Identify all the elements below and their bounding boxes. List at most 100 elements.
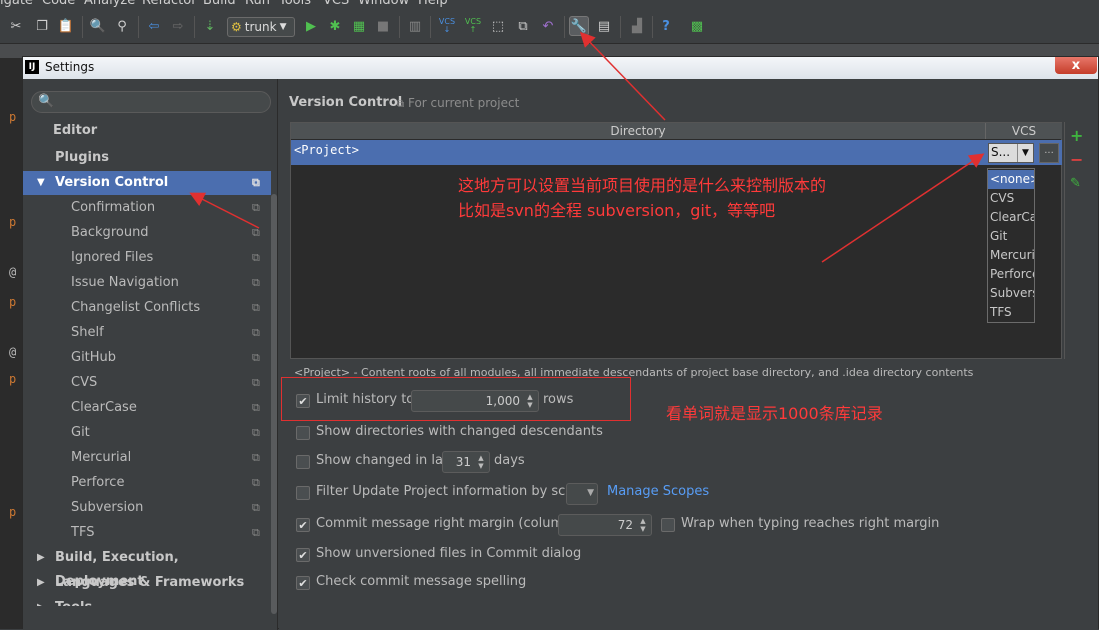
vcs-history-icon[interactable]: ⧉ [513,16,533,36]
replace-icon[interactable]: ⚲ [112,16,132,36]
tree-item-git[interactable]: Git ⧉ [23,421,271,445]
collapse-triangle-icon[interactable]: ▶ [37,546,45,570]
tree-item-plugins[interactable]: Plugins [23,146,271,170]
project-scope-icon: ⧉ [397,99,405,110]
copy-icon[interactable]: ❐ [32,16,52,36]
cut-icon[interactable]: ✂ [6,16,26,36]
stepper-arrows-icon[interactable]: ▲ ▼ [637,517,649,533]
tree-item-mercurial[interactable]: Mercurial ⧉ [23,446,271,470]
vcs-option[interactable]: TFS [988,303,1034,322]
show-unversioned-label: Show unversioned files in Commit dialog [316,546,582,561]
add-icon[interactable]: + [1070,126,1083,145]
tree-item-ignored-files[interactable]: Ignored Files ⧉ [23,246,271,270]
tree-item-tools[interactable]: ▶ Tools [23,596,271,606]
browse-button[interactable]: ... [1039,143,1059,163]
vcs-select[interactable]: S... ▼ [988,143,1034,163]
paste-icon[interactable]: 📋 [56,16,76,36]
vcs-option[interactable]: CVS [988,189,1034,208]
commit-margin-checkbox[interactable]: ✔ [296,518,310,532]
tree-item-subversion[interactable]: Subversion ⧉ [23,496,271,520]
run-config-combo[interactable]: ⚙ trunk ▼ [227,17,295,37]
vcs-update-icon[interactable]: VCS ↓ [437,16,457,36]
stop-icon[interactable]: ■ [373,16,393,36]
help-icon[interactable]: ? [656,16,676,36]
table-row[interactable]: <Project> S... ▼ ... [291,140,1062,165]
menu-build[interactable]: Build [203,0,236,8]
tree-item-clearcase[interactable]: ClearCase ⧉ [23,396,271,420]
coverage-icon[interactable]: ▦ [349,16,369,36]
tree-item-issue-navigation[interactable]: Issue Navigation ⧉ [23,271,271,295]
run-icon[interactable]: ▶ [301,16,321,36]
tree-item-confirmation[interactable]: Confirmation ⧉ [23,196,271,220]
menu-navigate[interactable]: igate [0,0,33,8]
commit-margin-stepper[interactable]: 72 ▲ ▼ [558,514,652,536]
page-title: Version Control [289,95,403,110]
vcs-commit-icon[interactable]: VCS ↑ [463,16,483,36]
menu-code[interactable]: Code [42,0,75,8]
filter-update-checkbox[interactable] [296,486,310,500]
tree-item-shelf[interactable]: Shelf ⧉ [23,321,271,345]
tree-item-label: TFS [71,525,95,540]
collapse-triangle-icon[interactable]: ▶ [37,596,45,606]
expand-triangle-icon[interactable]: ▼ [37,171,45,195]
vcs-option[interactable]: Subversion [988,284,1034,303]
vcs-option[interactable]: <none> [988,170,1034,189]
column-header-directory[interactable]: Directory [291,123,986,139]
debug-icon[interactable]: ✱ [325,16,345,36]
menu-tools[interactable]: Tools [279,0,311,8]
vcs-compare-icon[interactable]: ⬚ [488,16,508,36]
menu-help[interactable]: Help [418,0,448,8]
vcs-option[interactable]: Mercurial [988,246,1034,265]
vcs-option[interactable]: Git [988,227,1034,246]
tree-item-cvs[interactable]: CVS ⧉ [23,371,271,395]
wrap-typing-checkbox[interactable] [661,518,675,532]
project-settings-icon[interactable]: ▤ [594,16,614,36]
scope-select[interactable]: ▼ [566,483,598,505]
project-scope-icon: ⧉ [252,376,260,389]
project-structure-icon[interactable]: ▥ [405,16,425,36]
show-changed-checkbox[interactable] [296,455,310,469]
column-header-vcs[interactable]: VCS [986,123,1062,139]
revert-icon[interactable]: ↶ [538,16,558,36]
check-spelling-checkbox[interactable]: ✔ [296,576,310,590]
collapse-triangle-icon[interactable]: ▶ [37,571,45,595]
gutter-annotation-icon: @ [9,265,17,279]
sdk-icon[interactable]: ▟ [627,16,647,36]
tree-item-changelist-conflicts[interactable]: Changelist Conflicts ⧉ [23,296,271,320]
make-project-icon[interactable]: ⇣ [200,16,220,36]
vcs-option[interactable]: ClearCase [988,208,1034,227]
remove-icon[interactable]: − [1070,150,1083,169]
tree-item-languages-frameworks[interactable]: ▶ Languages & Frameworks [23,571,271,595]
settings-search-input[interactable]: 🔍 [31,91,271,113]
stepper-arrows-icon[interactable]: ▲ ▼ [475,454,487,470]
show-changed-stepper[interactable]: 31 ▲ ▼ [442,451,490,473]
menu-window[interactable]: Window [358,0,409,8]
tree-scrollbar[interactable] [271,194,277,614]
vcs-option[interactable]: Perforce [988,265,1034,284]
settings-icon[interactable]: 🔧 [569,16,589,36]
find-icon[interactable]: 🔍 [88,16,108,36]
forward-icon[interactable]: ⇨ [168,16,188,36]
project-scope-icon: ⧉ [252,526,260,539]
tree-item-perforce[interactable]: Perforce ⧉ [23,471,271,495]
show-dirs-checkbox[interactable] [296,426,310,440]
tree-item-editor[interactable]: Editor [23,119,271,143]
tree-item-background[interactable]: Background ⧉ [23,221,271,245]
tree-item-tfs[interactable]: TFS ⧉ [23,521,271,545]
menu-analyze[interactable]: Analyze [84,0,135,8]
close-button[interactable]: x [1055,57,1097,74]
menu-vcs[interactable]: VCS [323,0,349,8]
edit-icon[interactable]: ✎ [1070,176,1081,191]
plugin-icon[interactable]: ▩ [687,16,707,36]
show-unversioned-checkbox[interactable]: ✔ [296,548,310,562]
gutter-mark-icon: p [9,372,17,386]
dialog-titlebar[interactable]: IJ Settings x [23,57,1098,79]
back-icon[interactable]: ⇦ [144,16,164,36]
manage-scopes-link[interactable]: Manage Scopes [607,484,709,499]
menu-run[interactable]: Run [245,0,270,8]
tree-item-build-execution-deployment[interactable]: ▶ Build, Execution, Deployment [23,546,271,589]
menu-refactor[interactable]: Refactor [142,0,197,8]
tree-item-version-control[interactable]: ▼ Version Control ⧉ [23,171,271,195]
page-subtitle-text: For current project [407,96,520,110]
tree-item-github[interactable]: GitHub ⧉ [23,346,271,370]
